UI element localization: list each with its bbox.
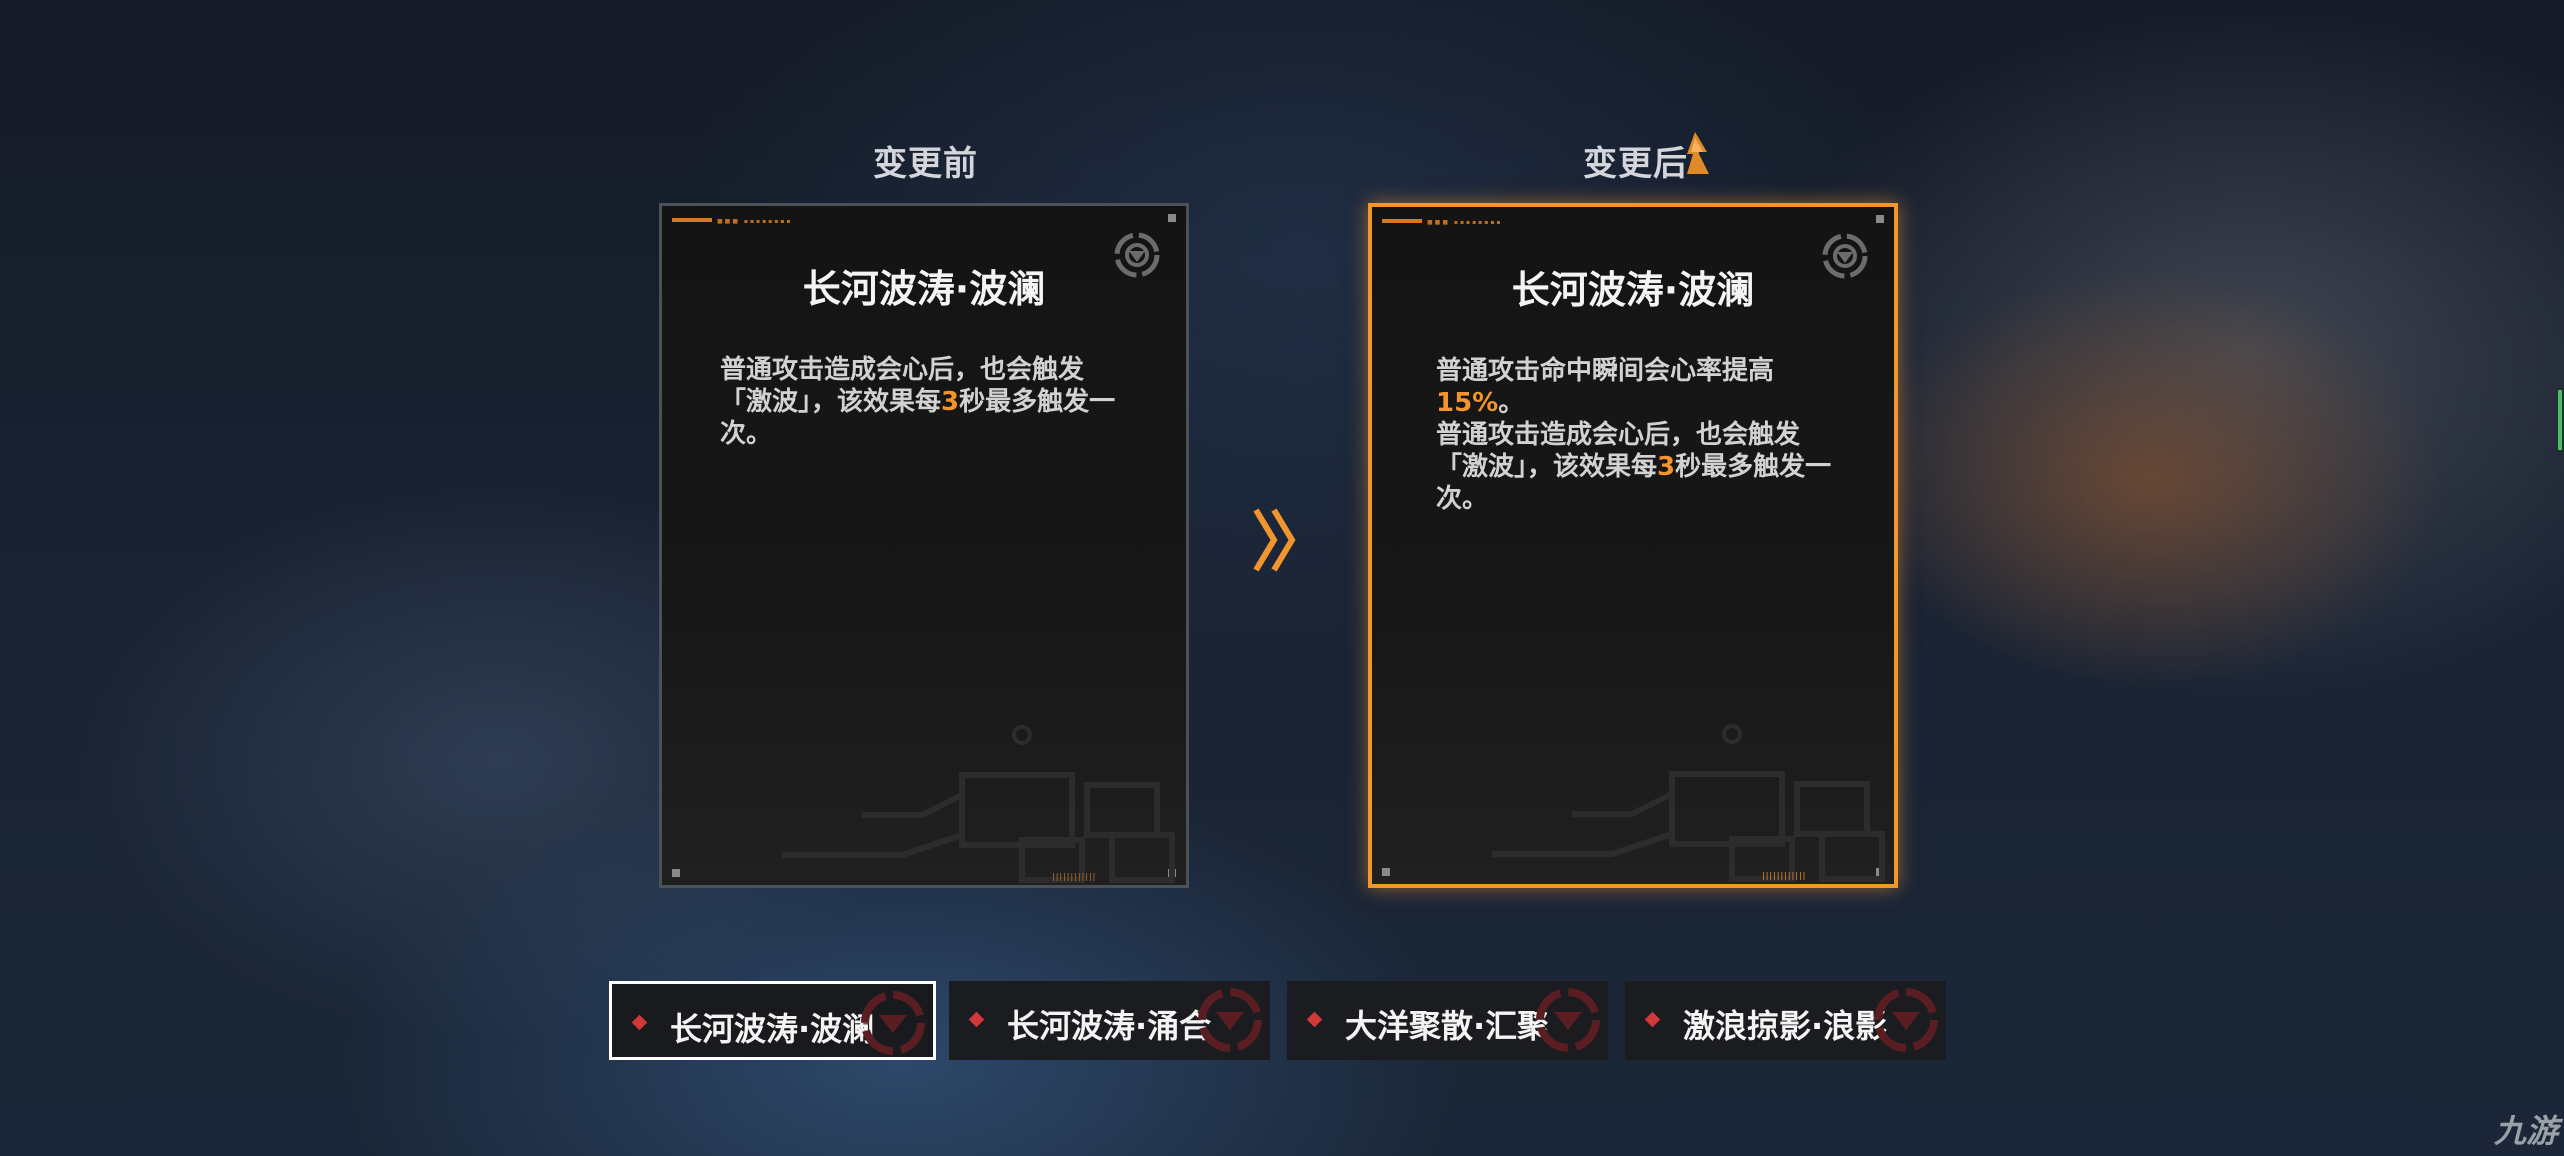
card-deco-dots: ■■■ ▪▪▪▪▪▪▪▪ <box>717 218 793 225</box>
after-heading: 变更后 <box>1583 136 1688 185</box>
tab-skill-4[interactable]: 激浪掠影·浪影 <box>1625 981 1946 1060</box>
corner-mark <box>1876 215 1884 223</box>
card-description: 普通攻击造成会心后，也会触发「激波」，该效果每3秒最多触发一次。 <box>720 354 1130 450</box>
after-heading-text: 变更后 <box>1583 144 1688 184</box>
desc-number: 3 <box>941 387 960 417</box>
corner-mark <box>1168 214 1176 222</box>
double-chevron-right-icon <box>1253 508 1296 572</box>
tab-skill-2[interactable]: 长河波涛·涌合 <box>949 981 1270 1060</box>
desc-number: 15% <box>1436 388 1499 418</box>
card-deco-dots: ■■■ ▪▪▪▪▪▪▪▪ <box>1427 219 1503 226</box>
card-deco-ticks: |||||||||||| <box>1762 871 1807 880</box>
circuit-decoration <box>1492 724 1885 882</box>
emblem-icon <box>1536 988 1600 1052</box>
emblem-icon <box>1198 988 1262 1052</box>
card-title: 长河波涛·波澜 <box>802 267 1046 311</box>
diamond-icon <box>968 1011 985 1028</box>
watermark-text: 九游 <box>2493 1112 2558 1150</box>
desc-text: 普通攻击命中瞬间会心率提高 <box>1436 356 1775 386</box>
emblem-icon <box>861 991 925 1055</box>
upgrade-arrow-icon <box>1687 132 1709 174</box>
emblem-icon <box>1874 988 1938 1052</box>
after-card: ■■■ ▪▪▪▪▪▪▪▪ 长河波涛·波澜 普通攻击命中瞬间会心率提高15%。 普… <box>1368 203 1898 888</box>
desc-number: 3 <box>1657 452 1676 482</box>
tab-label: 大洋聚散·汇聚 <box>1345 1007 1550 1045</box>
card-deco-ticks: |||||||||||| <box>1052 872 1097 881</box>
edge-indicator <box>2558 390 2562 450</box>
card-title: 长河波涛·波澜 <box>1511 268 1755 312</box>
circuit-decoration <box>782 725 1175 883</box>
diamond-icon <box>631 1014 648 1031</box>
before-card: ■■■ ▪▪▪▪▪▪▪▪ 长河波涛·波澜 普通攻击造成会心后，也会触发「激波」，… <box>659 203 1189 888</box>
before-heading: 变更前 <box>873 144 978 184</box>
tab-label: 长河波涛·波澜 <box>670 1010 875 1048</box>
tab-skill-1[interactable]: 长河波涛·波澜 <box>609 981 936 1060</box>
tab-label: 激浪掠影·浪影 <box>1683 1007 1888 1045</box>
watermark-logo: 九游 <box>2494 1106 2558 1152</box>
diamond-icon <box>1644 1011 1661 1028</box>
card-deco-bar <box>1382 219 1422 223</box>
tab-skill-3[interactable]: 大洋聚散·汇聚 <box>1287 981 1608 1060</box>
tab-label: 长河波涛·涌合 <box>1007 1007 1212 1045</box>
diamond-icon <box>1306 1011 1323 1028</box>
desc-text: 。 <box>1498 388 1525 418</box>
card-description: 普通攻击命中瞬间会心率提高15%。 普通攻击造成会心后，也会触发「激波」，该效果… <box>1436 355 1846 515</box>
card-deco-bar <box>672 218 712 222</box>
